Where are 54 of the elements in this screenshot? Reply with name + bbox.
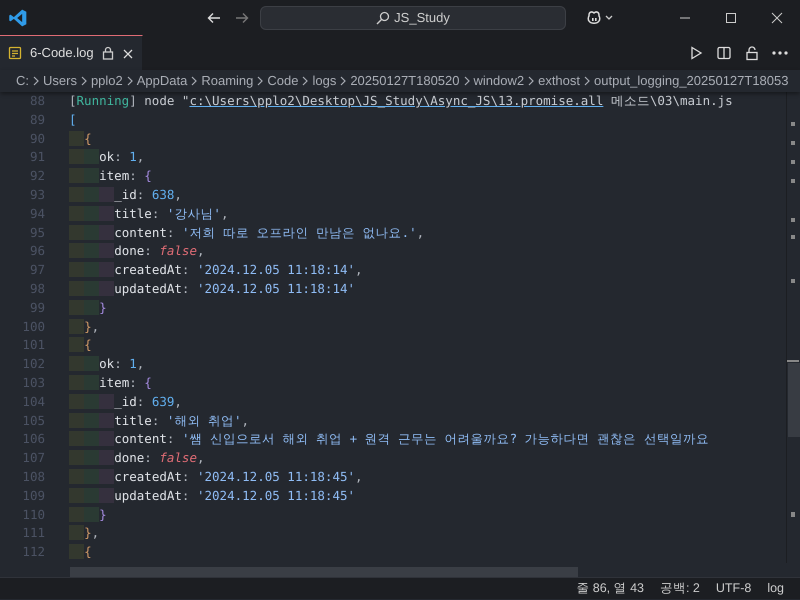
status-item[interactable]: 줄 86, 열 43 xyxy=(568,579,652,598)
breadcrumb-item[interactable]: Code xyxy=(267,71,298,91)
code-line: } xyxy=(69,298,107,318)
breadcrumb-item[interactable]: window2 xyxy=(474,71,524,91)
breadcrumb-item[interactable]: logs xyxy=(312,71,336,91)
unlock-icon xyxy=(744,44,760,60)
breadcrumb-item[interactable]: Roaming xyxy=(201,71,254,91)
breadcrumb-item[interactable]: C: xyxy=(16,71,29,91)
search-text: JS_Study xyxy=(394,8,450,27)
breadcrumb-item[interactable]: exthost xyxy=(538,71,580,91)
split-icon xyxy=(716,44,732,60)
code-line: item: { xyxy=(69,167,152,186)
maximize-icon xyxy=(725,12,737,24)
code-line: done: false, xyxy=(69,449,205,468)
scrollbar-thumb[interactable] xyxy=(70,567,578,577)
file-icon xyxy=(8,46,22,60)
close-icon xyxy=(122,48,134,60)
file-link[interactable]: c:\Users\pplo2\Desktop\JS_Study\Async_JS\13.promise.all xyxy=(189,93,604,108)
breadcrumb-item[interactable]: pplo2 xyxy=(90,71,123,91)
close-icon xyxy=(771,12,783,24)
search-field[interactable]: JS_Study xyxy=(260,6,566,30)
code-line: }, xyxy=(69,318,100,336)
code-line: item: { xyxy=(69,374,152,393)
code-line: createdAt: '2024.12.05 11:18:45', xyxy=(69,468,363,487)
code-line: [Running] node "c:\Users\pplo2\Desktop\JS_Study\Async_JS\13.promise.all 메소드\03\main.js xyxy=(69,92,733,110)
code-line: content: '저희 따로 오프라인 만남은 없나요.', xyxy=(69,224,424,242)
code-line: title: '해외 취업', xyxy=(69,412,249,430)
code-line: _id: 638, xyxy=(69,186,182,205)
status-item[interactable]: UTF-8 xyxy=(708,579,760,598)
breadcrumb-item[interactable]: AppData xyxy=(136,71,188,91)
status-item[interactable]: log xyxy=(759,579,792,598)
code-line: [ xyxy=(69,110,77,129)
code-line: { xyxy=(69,543,92,562)
status-item[interactable]: 공백: 2 xyxy=(652,579,708,598)
breadcrumb-item[interactable]: output_logging_20250127T18053 xyxy=(594,71,788,91)
more-icon xyxy=(772,50,788,54)
search-icon xyxy=(376,10,390,24)
code-line: }, xyxy=(69,524,100,544)
scrollbar-thumb[interactable] xyxy=(788,363,800,437)
code-line: ok: 1, xyxy=(69,355,144,374)
code-line: createdAt: '2024.12.05 11:18:14', xyxy=(69,261,363,280)
breadcrumb-item[interactable]: Users xyxy=(43,71,77,91)
code-line: content: '쌤 신입으로서 해외 취업 + 원격 근무는 어려울까요? 가능하다면 괜찮은 선택일까요 xyxy=(69,430,709,450)
code-line: } xyxy=(69,506,107,524)
code-line: ok: 1, xyxy=(69,148,144,168)
code-line: { xyxy=(69,130,92,148)
breadcrumb-item[interactable]: 20250127T180520 xyxy=(350,71,460,91)
logo-icon xyxy=(8,8,28,28)
code-line: updatedAt: '2024.12.05 11:18:45' xyxy=(69,486,356,506)
editor-tab[interactable]: 6-Code.log xyxy=(0,35,143,70)
code-line: updatedAt: '2024.12.05 11:18:14' xyxy=(69,280,356,299)
code-line: done: false, xyxy=(69,242,205,262)
code-line: title: '강사님', xyxy=(69,204,228,224)
code-line: _id: 639, xyxy=(69,392,182,412)
